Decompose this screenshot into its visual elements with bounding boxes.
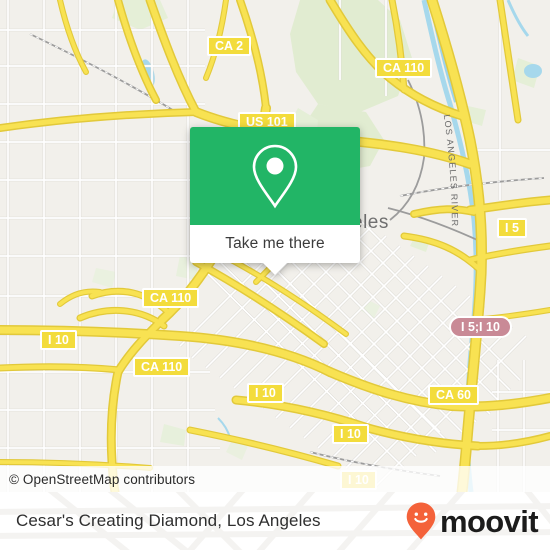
highway-shield-ca-2: CA 2	[207, 36, 252, 56]
callout-tail-pointer	[263, 263, 287, 275]
callout-pin-panel	[190, 127, 360, 225]
highway-shield-i-10-center: I 10	[247, 383, 284, 403]
highway-shield-i-10-west: I 10	[40, 330, 77, 350]
footer-place-title: Cesar's Creating Diamond, Los Angeles	[16, 511, 321, 530]
highway-shield-ca-60: CA 60	[428, 385, 479, 405]
highway-shield-i-10-lower: I 10	[332, 424, 369, 444]
map-pin-icon	[252, 144, 298, 209]
take-me-there-label: Take me there	[225, 235, 325, 252]
moovit-wordmark: moovit	[439, 503, 539, 539]
highway-shield-ca-110-north: CA 110	[375, 58, 433, 78]
map-attribution-bar: © OpenStreetMap contributors	[0, 466, 550, 492]
footer-bar: Cesar's Creating Diamond, Los Angeles mo…	[0, 492, 550, 550]
map-screenshot-root: eles LOS ANGELES RIVER CA 2 CA 110 US 10…	[0, 0, 550, 550]
moovit-logo[interactable]: moovit	[404, 501, 539, 541]
highway-shield-i-5: I 5	[497, 218, 527, 238]
moovit-smiley-pin-icon	[406, 502, 436, 540]
highway-shield-ca-110-mid: CA 110	[142, 288, 200, 308]
highway-shield-ca-110-south: CA 110	[133, 357, 191, 377]
attribution-text: © OpenStreetMap contributors	[9, 471, 196, 487]
callout-action-panel[interactable]: Take me there	[190, 225, 360, 275]
location-callout-card[interactable]: Take me there	[190, 127, 360, 275]
highway-shield-i5-i10: I 5;I 10	[449, 316, 512, 338]
